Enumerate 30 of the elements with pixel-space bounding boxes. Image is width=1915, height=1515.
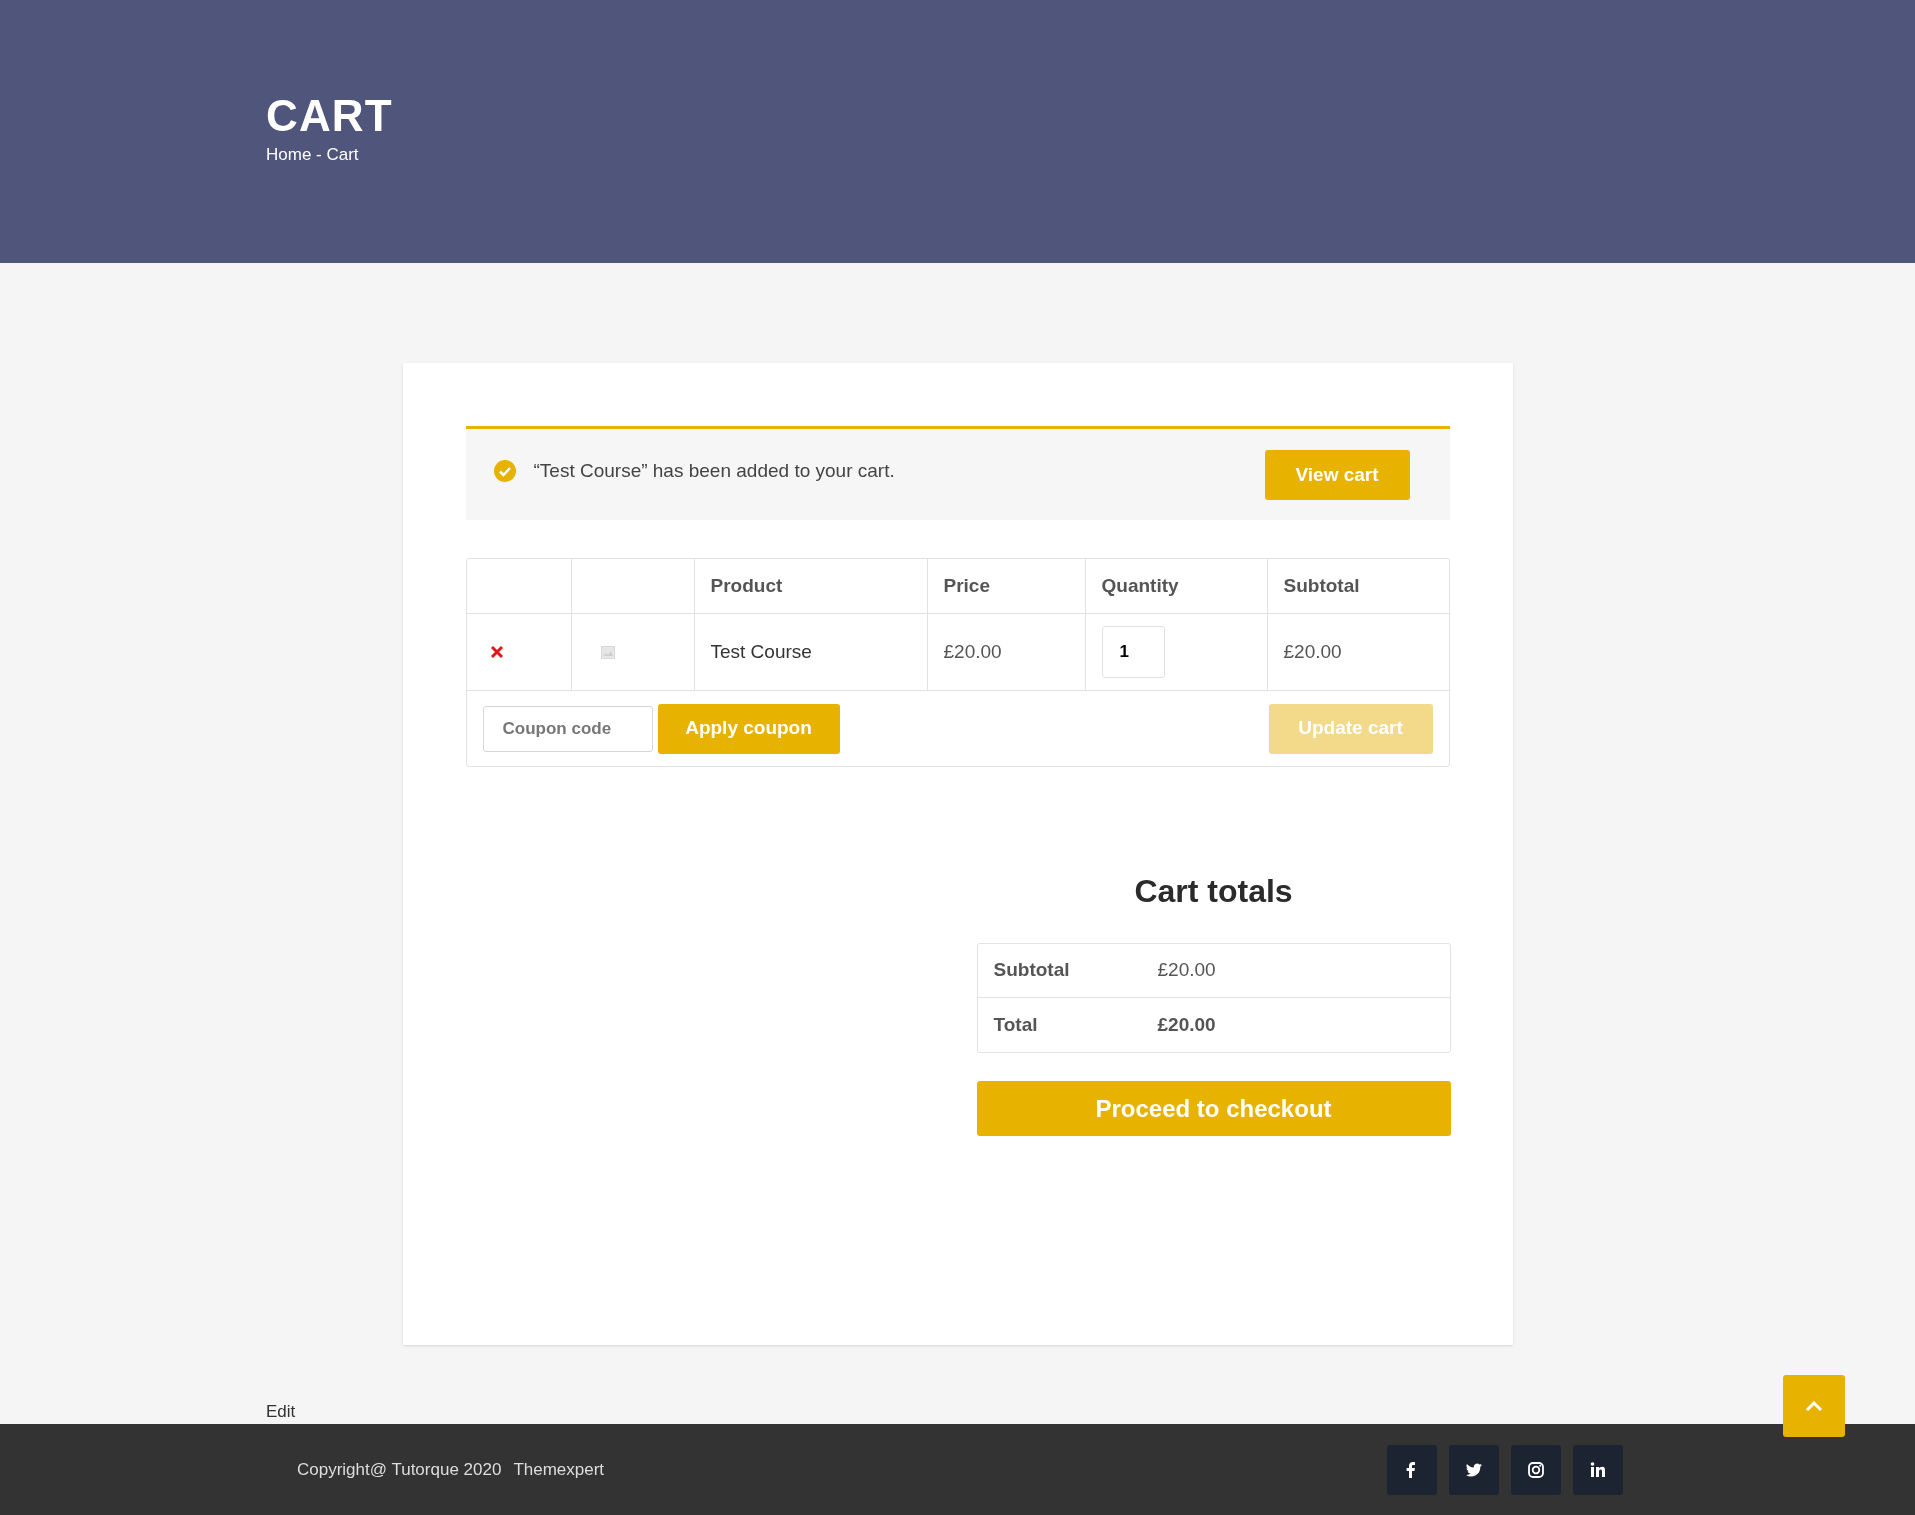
camera-icon (1526, 1459, 1546, 1480)
coupon-field[interactable]: Coupon code (482, 705, 653, 752)
check-circle-icon (493, 460, 516, 483)
column-header: Product (710, 573, 783, 598)
image-placeholder-icon (600, 645, 615, 659)
column-header: Price (943, 573, 990, 598)
column-header: Quantity (1101, 573, 1179, 598)
quantity-field[interactable]: 1 (1101, 626, 1165, 678)
social-link[interactable] (1573, 1444, 1623, 1495)
table-cell-text: £20.00 (943, 639, 1002, 664)
totals-value: £20.00 (1157, 958, 1216, 983)
column-header: Subtotal (1283, 573, 1360, 598)
linkedin-icon (1588, 1459, 1608, 1480)
chevron-up-icon (1805, 1400, 1823, 1412)
table-cell-text: £20.00 (1283, 639, 1342, 664)
totals-label: Total (993, 1012, 1039, 1037)
remove-icon[interactable] (489, 645, 504, 659)
page-title: CART (266, 92, 394, 140)
totals-label: Subtotal (993, 958, 1071, 983)
totals-value: £20.00 (1157, 1012, 1216, 1037)
brand-link[interactable]: Themexpert (513, 1456, 605, 1483)
breadcrumb: Home - Cart (266, 144, 360, 166)
cart-totals-heading: Cart totals (1133, 872, 1294, 911)
notice-message: “Test Course” has been added to your cart. (533, 459, 895, 483)
product-name[interactable]: Test Course (710, 637, 812, 667)
social-link[interactable] (1511, 1444, 1561, 1495)
social-link[interactable] (1387, 1444, 1437, 1495)
social-link[interactable] (1449, 1444, 1499, 1495)
edit-link[interactable]: Edit (266, 1402, 296, 1422)
copyright-text: Copyright@ Tutorque 2020 (297, 1458, 502, 1481)
